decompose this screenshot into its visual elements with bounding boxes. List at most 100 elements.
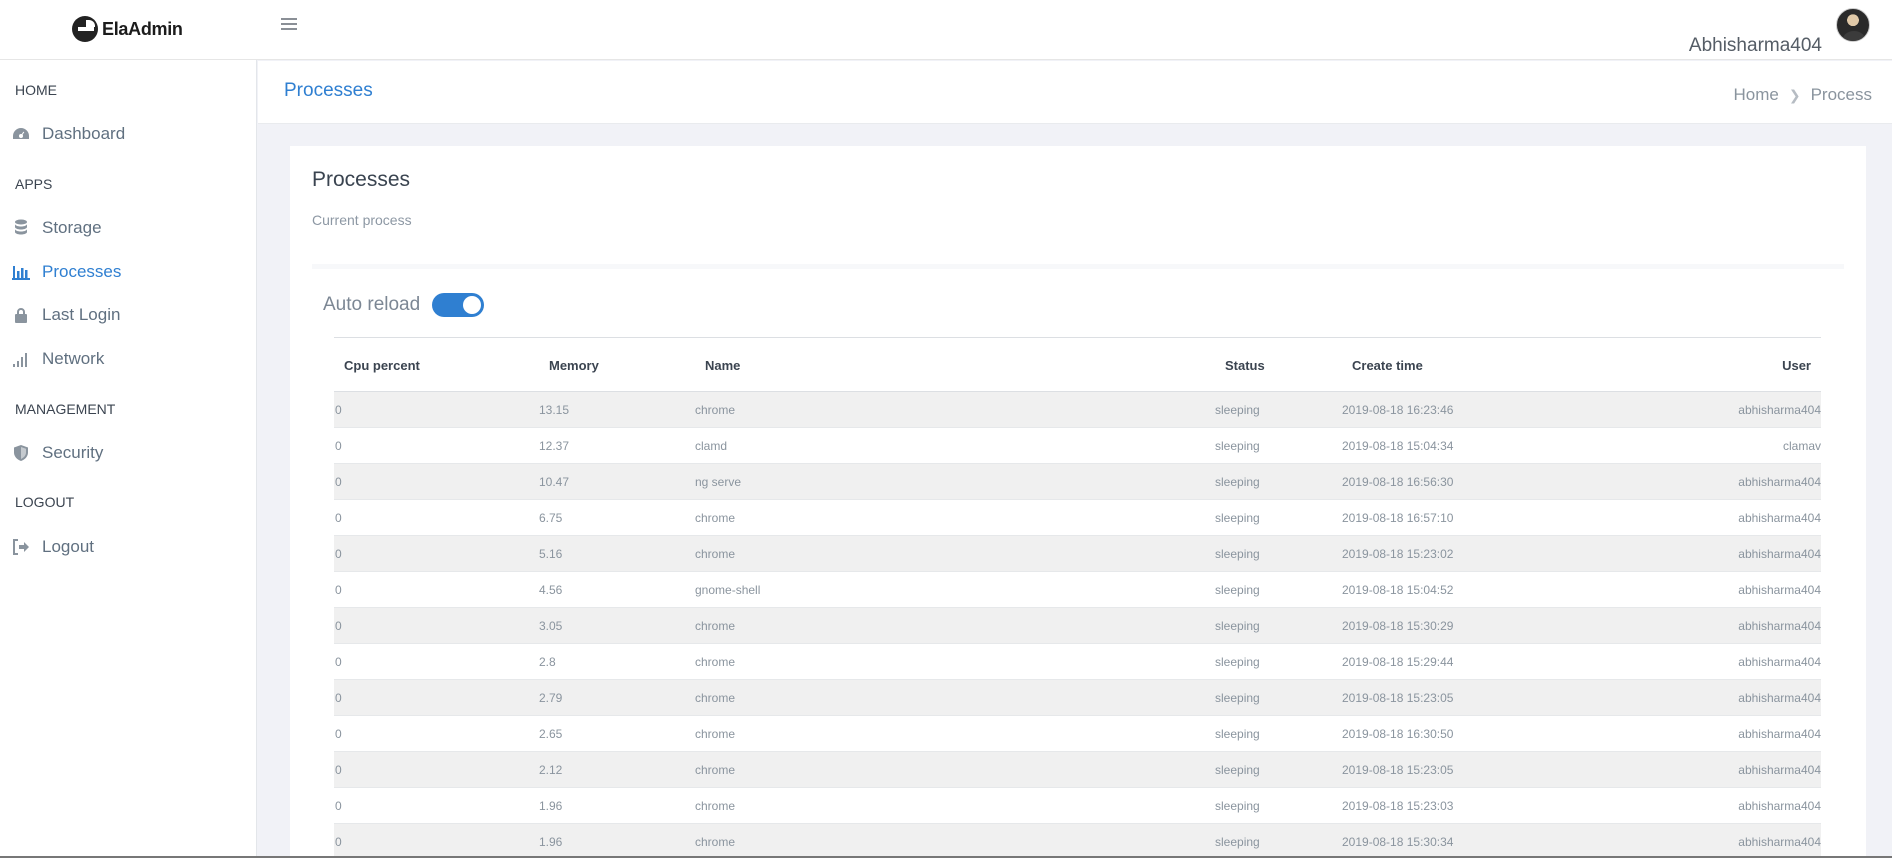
cpu-cell: 0 (335, 763, 342, 777)
processes-card: Processes Current process Auto reload Cp… (290, 146, 1866, 858)
sidebar-item-logout[interactable]: Logout (12, 534, 94, 560)
table-row[interactable]: 0 3.05 chrome sleeping 2019-08-18 15:30:29 ab… (334, 608, 1821, 644)
cpu-cell: 0 (335, 799, 342, 813)
table-row[interactable]: 0 5.16 chrome sleeping 2019-08-18 15:23:02 ab… (334, 536, 1821, 572)
auto-reload-control: Auto reload (323, 293, 485, 317)
user-cell: abhisharma404 (1738, 655, 1821, 669)
sidebar-item-label: Storage (42, 218, 102, 237)
user-cell: abhisharma404 (1738, 619, 1821, 633)
dashboard-icon (12, 125, 30, 143)
status-cell: sleeping (1215, 511, 1260, 525)
breadcrumb: Home ❯ Process (1733, 85, 1872, 105)
sidebar-section-home: HOME (15, 82, 57, 98)
user-avatar[interactable] (1836, 8, 1870, 42)
column-header-cpu[interactable]: Cpu percent (344, 358, 420, 373)
name-cell: chrome (695, 511, 736, 525)
memory-cell: 1.96 (539, 799, 563, 813)
column-header-memory[interactable]: Memory (549, 358, 599, 373)
table-row[interactable]: 0 1.96 chrome sleeping 2019-08-18 15:23:03 ab… (334, 788, 1821, 824)
create-time-cell: 2019-08-18 15:23:03 (1342, 799, 1454, 813)
database-icon (12, 219, 30, 237)
sidebar-section-logout: LOGOUT (15, 494, 75, 510)
status-cell: sleeping (1215, 655, 1260, 669)
page-title-bar: Processes Home ❯ Process (258, 61, 1892, 124)
processes-table: Cpu percent Memory Name Status Create ti… (334, 337, 1821, 858)
cpu-cell: 0 (335, 583, 342, 597)
shield-icon (12, 444, 30, 462)
create-time-cell: 2019-08-18 16:57:10 (1342, 511, 1454, 525)
memory-cell: 5.16 (539, 547, 563, 561)
create-time-cell: 2019-08-18 15:23:02 (1342, 547, 1454, 561)
logo-text: ElaAdmin (102, 18, 183, 39)
user-cell: abhisharma404 (1738, 475, 1821, 489)
sidebar-item-storage[interactable]: Storage (12, 215, 102, 241)
memory-cell: 4.56 (539, 583, 563, 597)
table-row[interactable]: 0 6.75 chrome sleeping 2019-08-18 16:57:10 ab… (334, 500, 1821, 536)
sidebar-item-network[interactable]: Network (12, 346, 104, 372)
name-cell: clamd (695, 439, 728, 453)
chevron-right-icon: ❯ (1788, 86, 1801, 103)
breadcrumb-current: Process (1810, 85, 1872, 104)
hamburger-menu-icon[interactable] (281, 18, 297, 32)
user-cell: abhisharma404 (1738, 727, 1821, 741)
status-cell: sleeping (1215, 691, 1260, 705)
table-row[interactable]: 0 2.8 chrome sleeping 2019-08-18 15:29:44 abh… (334, 644, 1821, 680)
table-row[interactable]: 0 2.65 chrome sleeping 2019-08-18 16:30:50 ab… (334, 716, 1821, 752)
status-cell: sleeping (1215, 619, 1260, 633)
user-cell: abhisharma404 (1738, 547, 1821, 561)
name-cell: chrome (695, 727, 736, 741)
card-divider (312, 264, 1844, 269)
status-cell: sleeping (1215, 547, 1260, 561)
status-cell: sleeping (1215, 763, 1260, 777)
name-cell: chrome (695, 655, 736, 669)
cpu-cell: 0 (335, 655, 342, 669)
column-header-name[interactable]: Name (705, 358, 740, 373)
page-title: Processes (284, 80, 373, 101)
user-cell: clamav (1782, 439, 1821, 453)
lock-icon (12, 306, 30, 324)
create-time-cell: 2019-08-18 15:23:05 (1342, 763, 1454, 777)
username-label[interactable]: Abhisharma404 (1689, 35, 1822, 57)
name-cell: chrome (695, 619, 736, 633)
sidebar-item-label: Dashboard (42, 124, 126, 143)
create-time-cell: 2019-08-18 15:04:52 (1342, 583, 1454, 597)
auto-reload-toggle[interactable] (432, 293, 485, 317)
name-cell: chrome (695, 691, 736, 705)
app-logo[interactable]: ElaAdmin (72, 16, 183, 42)
table-row[interactable]: 0 12.37 clamd sleeping 2019-08-18 15:04:34 cl… (334, 428, 1821, 464)
user-cell: abhisharma404 (1738, 799, 1821, 813)
table-row[interactable]: 0 2.79 chrome sleeping 2019-08-18 15:23:05 ab… (334, 680, 1821, 716)
card-subtitle: Current process (312, 212, 412, 228)
column-header-user[interactable]: User (1782, 358, 1811, 373)
user-cell: abhisharma404 (1738, 511, 1821, 525)
cpu-cell: 0 (335, 691, 342, 705)
table-row[interactable]: 0 4.56 gnome-shell sleeping 2019-08-18 15:04… (334, 572, 1821, 608)
cpu-cell: 0 (335, 511, 342, 525)
card-title: Processes (312, 168, 411, 191)
sidebar-item-processes[interactable]: Processes (12, 259, 121, 285)
name-cell: gnome-shell (695, 583, 761, 597)
sidebar-item-security[interactable]: Security (12, 440, 103, 466)
top-header: ElaAdmin Abhisharma404 (0, 0, 1892, 60)
column-header-status[interactable]: Status (1225, 358, 1265, 373)
memory-cell: 13.15 (539, 403, 570, 417)
sidebar-item-last-login[interactable]: Last Login (12, 302, 120, 328)
memory-cell: 1.96 (539, 835, 563, 849)
sidebar-section-management: MANAGEMENT (15, 401, 116, 417)
breadcrumb-home-link[interactable]: Home (1733, 85, 1778, 105)
user-cell: abhisharma404 (1738, 763, 1821, 777)
create-time-cell: 2019-08-18 15:30:34 (1342, 835, 1454, 849)
column-header-create-time[interactable]: Create time (1352, 358, 1423, 373)
status-cell: sleeping (1215, 835, 1260, 849)
memory-cell: 3.05 (539, 619, 563, 633)
table-row[interactable]: 0 1.96 chrome sleeping 2019-08-18 15:30:34 ab… (334, 824, 1821, 858)
sidebar-item-label: Processes (42, 262, 122, 281)
table-row[interactable]: 0 2.12 chrome sleeping 2019-08-18 15:23:05 ab… (334, 752, 1821, 788)
table-row[interactable]: 0 13.15 chrome sleeping 2019-08-18 16:23:46 a… (334, 392, 1821, 428)
sign-out-icon (12, 538, 30, 556)
sidebar-item-dashboard[interactable]: Dashboard (12, 121, 125, 147)
status-cell: sleeping (1215, 439, 1260, 453)
auto-reload-label: Auto reload (323, 294, 421, 315)
signal-icon (12, 350, 30, 368)
table-row[interactable]: 0 10.47 ng serve sleeping 2019-08-18 16:56:3… (334, 464, 1821, 500)
